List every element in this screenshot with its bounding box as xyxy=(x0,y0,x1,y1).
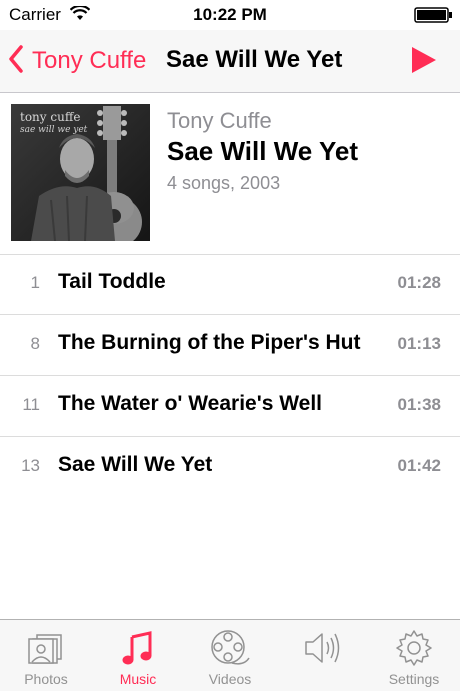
back-button-label: Tony Cuffe xyxy=(32,47,147,74)
tab-bar: Photos Music Videos Settings xyxy=(0,619,460,691)
album-artwork: tony cuffe sae will we yet xyxy=(11,104,150,241)
tab-videos[interactable]: Videos xyxy=(184,620,276,691)
album-meta: 4 songs, 2003 xyxy=(167,173,281,193)
tab-label: Music xyxy=(119,671,157,687)
song-row[interactable]: 11 The Water o' Wearie's Well 01:38 xyxy=(0,376,460,437)
song-title: Tail Toddle xyxy=(58,270,166,293)
tab-label: Settings xyxy=(388,671,440,687)
navigation-bar: Tony Cuffe Sae Will We Yet xyxy=(0,30,460,93)
track-number: 11 xyxy=(22,395,40,414)
play-icon xyxy=(410,47,438,79)
status-time: 10:22 PM xyxy=(193,5,267,24)
battery-icon xyxy=(414,7,454,28)
tab-label: Videos xyxy=(208,671,252,687)
tab-label: Photos xyxy=(24,671,68,687)
album-header: tony cuffe sae will we yet Tony Cuffe Sa… xyxy=(0,93,460,255)
song-row[interactable]: 8 The Burning of the Piper's Hut 01:13 xyxy=(0,315,460,376)
song-duration: 01:13 xyxy=(397,334,441,353)
song-duration: 01:38 xyxy=(397,395,441,414)
album-art-title: tony cuffe xyxy=(20,110,81,124)
nav-title: Sae Will We Yet xyxy=(166,46,343,73)
album-art-subtitle: sae will we yet xyxy=(20,125,88,135)
song-duration: 01:42 xyxy=(397,456,441,475)
song-row[interactable]: 13 Sae Will We Yet 01:42 xyxy=(0,437,460,497)
track-number: 1 xyxy=(30,273,40,292)
tab-photos[interactable]: Photos xyxy=(0,620,92,691)
song-row[interactable]: 1 Tail Toddle 01:28 xyxy=(0,254,460,315)
song-title: The Burning of the Piper's Hut xyxy=(58,331,361,354)
song-list: 1 Tail Toddle 01:28 8 The Burning of the… xyxy=(0,254,460,497)
tab-settings[interactable]: Settings xyxy=(368,620,460,691)
track-number: 8 xyxy=(30,334,40,353)
song-duration: 01:28 xyxy=(397,273,441,292)
album-artist: Tony Cuffe xyxy=(167,108,272,133)
back-button[interactable]: Tony Cuffe xyxy=(8,44,146,78)
song-title: The Water o' Wearie's Well xyxy=(58,392,323,415)
status-bar: Carrier 10:22 PM xyxy=(0,0,460,30)
tab-sounds[interactable] xyxy=(276,620,368,691)
track-number: 13 xyxy=(21,456,40,475)
tab-music[interactable]: Music xyxy=(92,620,184,691)
song-title: Sae Will We Yet xyxy=(58,453,213,476)
chevron-left-icon xyxy=(8,44,24,78)
album-title: Sae Will We Yet xyxy=(167,136,359,166)
play-button[interactable] xyxy=(410,45,438,80)
